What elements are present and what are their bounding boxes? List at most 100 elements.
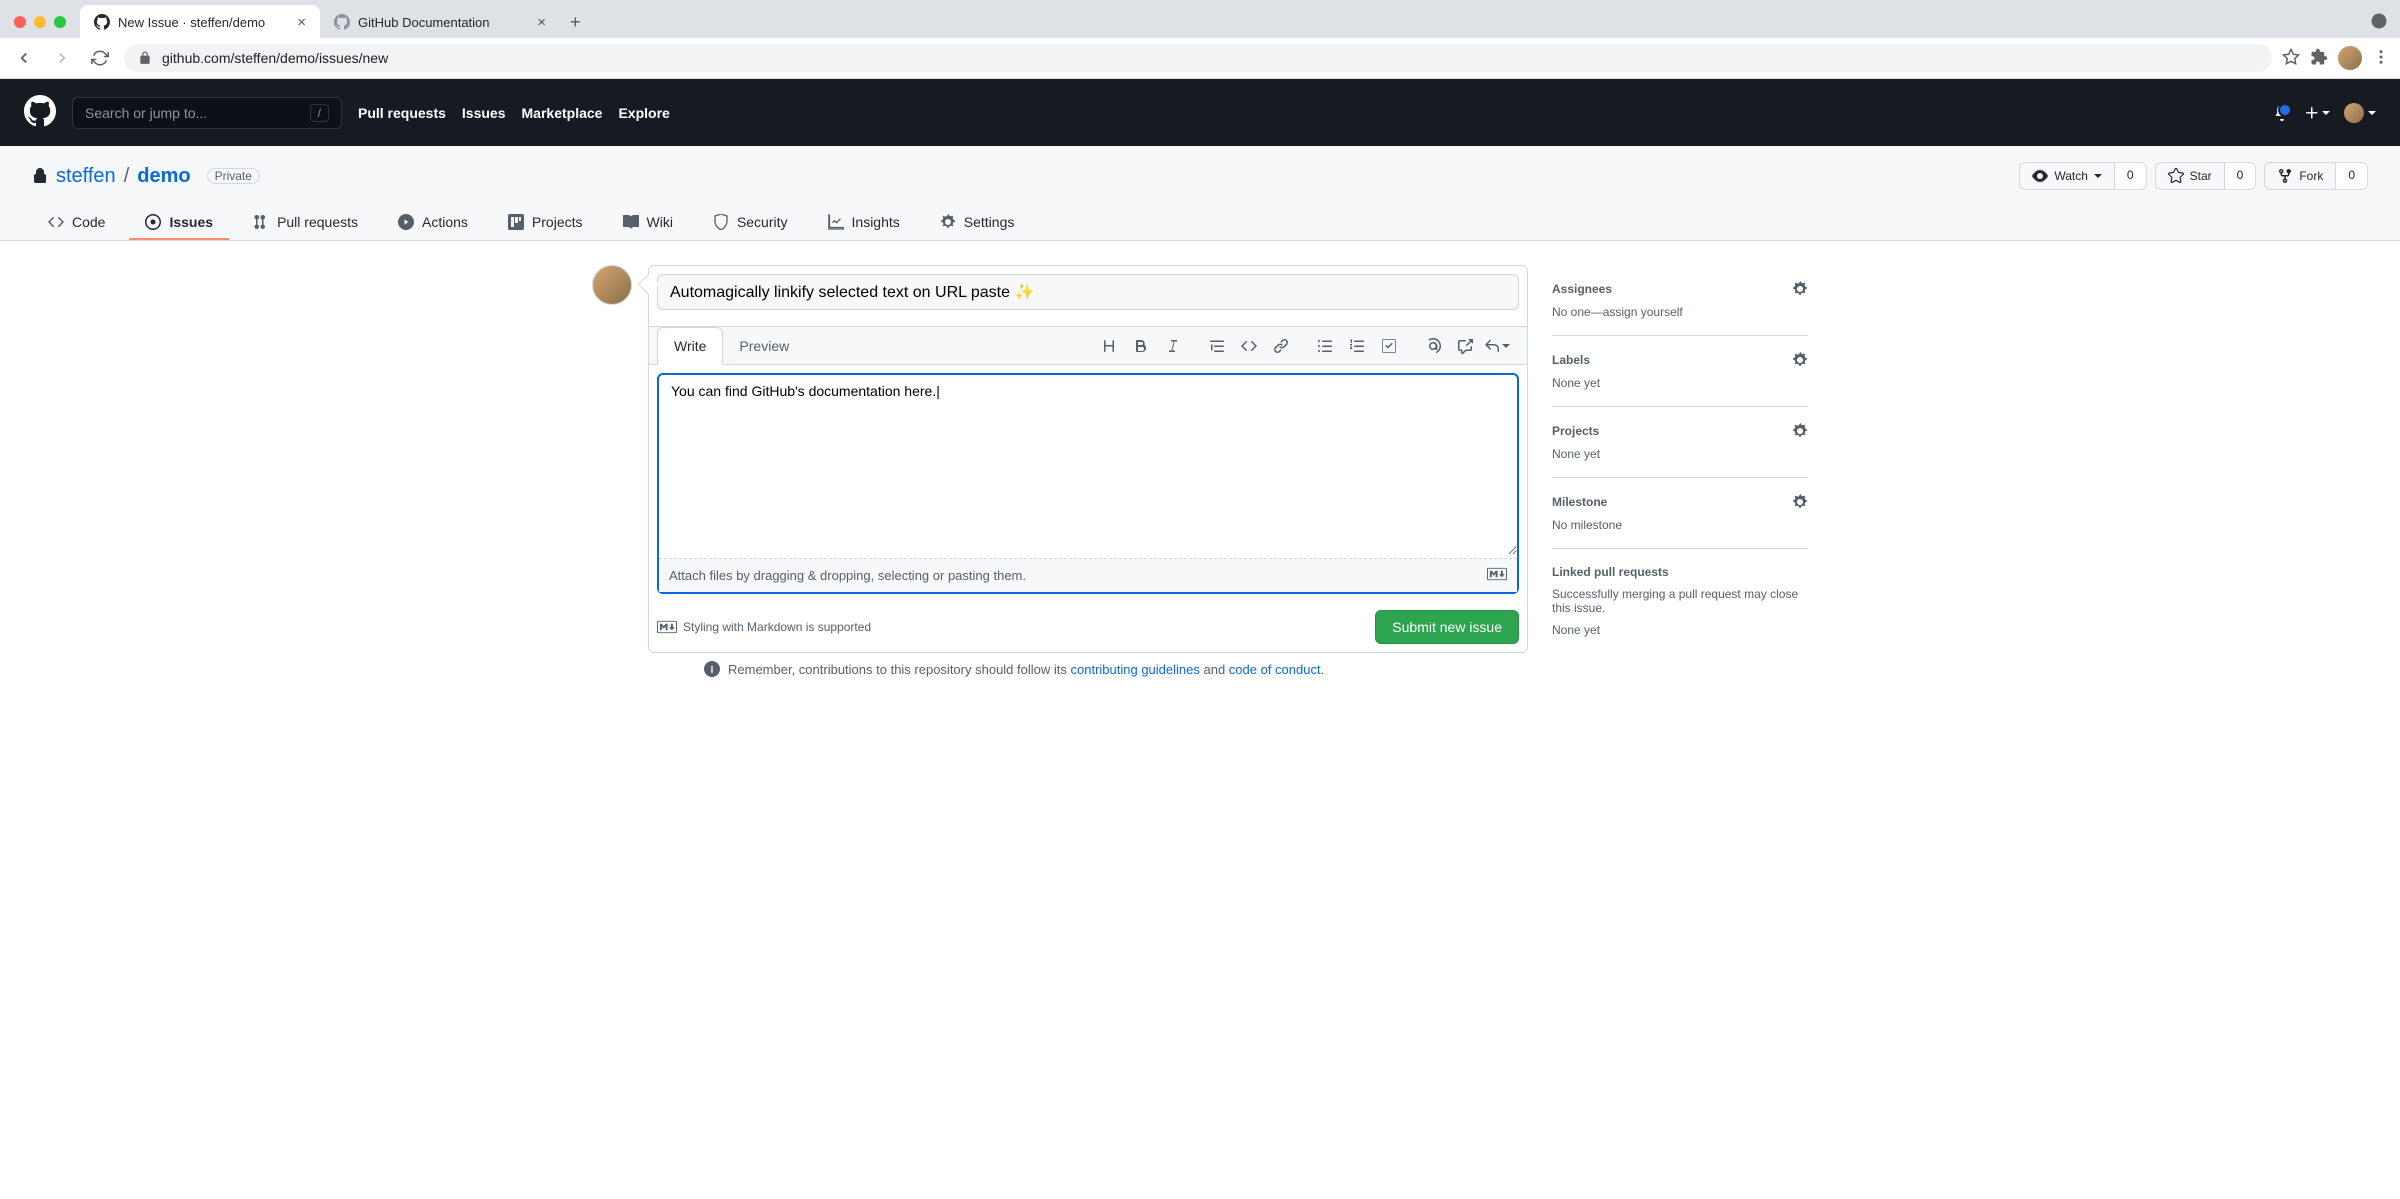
bold-button[interactable]	[1127, 332, 1155, 360]
linked-prs-header: Linked pull requests	[1552, 565, 1669, 579]
global-search-input[interactable]: Search or jump to... /	[72, 97, 342, 129]
reload-button[interactable]	[86, 44, 114, 72]
markdown-icon	[657, 620, 677, 634]
user-avatar	[2344, 103, 2364, 123]
link-button[interactable]	[1267, 332, 1295, 360]
attach-files-bar[interactable]: Attach files by dragging & dropping, sel…	[659, 558, 1517, 592]
nav-marketplace[interactable]: Marketplace	[522, 105, 603, 121]
tab-code[interactable]: Code	[32, 206, 121, 240]
tab-wiki[interactable]: Wiki	[607, 206, 689, 240]
browser-tab[interactable]: GitHub Documentation ×	[320, 5, 560, 39]
github-favicon-icon	[334, 14, 350, 30]
markdown-support-link[interactable]: Styling with Markdown is supported	[657, 620, 871, 634]
quote-button[interactable]	[1203, 332, 1231, 360]
browser-tab-active[interactable]: New Issue · steffen/demo ×	[80, 5, 320, 39]
markdown-icon[interactable]	[1487, 567, 1507, 584]
italic-button[interactable]	[1159, 332, 1187, 360]
tab-insights[interactable]: Insights	[812, 206, 916, 240]
repo-owner-link[interactable]: steffen	[56, 165, 116, 188]
visibility-badge: Private	[207, 168, 260, 184]
projects-value: None yet	[1552, 447, 1808, 461]
write-tab[interactable]: Write	[657, 327, 723, 365]
issue-sidebar: Assignees No one—assign yourself Labels …	[1552, 265, 1808, 677]
cross-reference-button[interactable]	[1451, 332, 1479, 360]
issue-title-input[interactable]	[657, 274, 1519, 310]
nav-issues[interactable]: Issues	[462, 105, 506, 121]
contribution-note: Remember, contributions to this reposito…	[704, 661, 1528, 677]
mention-button[interactable]	[1419, 332, 1447, 360]
minimize-window-button[interactable]	[34, 16, 46, 28]
close-tab-button[interactable]: ×	[297, 14, 306, 31]
watch-count[interactable]: 0	[2115, 162, 2147, 190]
github-favicon-icon	[94, 14, 110, 30]
nav-explore[interactable]: Explore	[618, 105, 669, 121]
fork-button[interactable]: Fork	[2264, 162, 2336, 190]
ordered-list-button[interactable]	[1343, 332, 1371, 360]
notifications-button[interactable]	[2274, 105, 2290, 121]
browser-profile-avatar[interactable]	[2338, 46, 2362, 70]
tab-projects[interactable]: Projects	[492, 206, 599, 240]
github-logo[interactable]	[24, 95, 56, 130]
tab-settings[interactable]: Settings	[924, 206, 1031, 240]
unordered-list-button[interactable]	[1311, 332, 1339, 360]
saved-replies-button[interactable]	[1483, 332, 1511, 360]
tasklist-button[interactable]	[1375, 332, 1403, 360]
projects-header: Projects	[1552, 424, 1599, 438]
linked-prs-desc: Successfully merging a pull request may …	[1552, 587, 1808, 615]
search-placeholder: Search or jump to...	[85, 105, 207, 121]
info-icon	[704, 661, 720, 677]
milestone-header: Milestone	[1552, 495, 1607, 509]
star-count[interactable]: 0	[2225, 162, 2257, 190]
code-of-conduct-link[interactable]: code of conduct	[1229, 662, 1321, 677]
tab-pull-requests[interactable]: Pull requests	[237, 206, 374, 240]
tab-security[interactable]: Security	[697, 206, 804, 240]
assignees-gear-button[interactable]	[1792, 281, 1808, 297]
chrome-profile-icon[interactable]	[2370, 12, 2400, 33]
create-new-button[interactable]	[2304, 105, 2330, 121]
contributing-guidelines-link[interactable]: contributing guidelines	[1071, 662, 1200, 677]
close-tab-button[interactable]: ×	[537, 14, 546, 31]
bookmark-button[interactable]	[2282, 48, 2300, 69]
assign-yourself-link[interactable]: assign yourself	[1603, 305, 1683, 319]
milestone-gear-button[interactable]	[1792, 494, 1808, 510]
browser-menu-button[interactable]	[2372, 48, 2390, 69]
submit-issue-button[interactable]: Submit new issue	[1375, 610, 1519, 644]
back-button[interactable]	[10, 44, 38, 72]
browser-chrome: New Issue · steffen/demo × GitHub Docume…	[0, 0, 2400, 79]
repository-header: steffen / demo Private Watch 0 Star 0 Fo…	[0, 146, 2400, 241]
milestone-value: No milestone	[1552, 518, 1808, 532]
author-avatar[interactable]	[592, 265, 632, 305]
search-shortcut-icon: /	[310, 104, 329, 122]
nav-pull-requests[interactable]: Pull requests	[358, 105, 446, 121]
window-controls	[0, 16, 80, 28]
watch-button[interactable]: Watch	[2019, 162, 2115, 190]
linked-prs-value: None yet	[1552, 623, 1808, 637]
lock-icon	[32, 168, 48, 184]
labels-header: Labels	[1552, 353, 1590, 367]
lock-icon	[138, 51, 152, 65]
preview-tab[interactable]: Preview	[723, 328, 805, 364]
issue-form: Write Preview	[648, 265, 1528, 653]
tab-issues[interactable]: Issues	[129, 206, 229, 240]
comment-textarea[interactable]	[659, 375, 1517, 555]
repository-title: steffen / demo Private	[32, 165, 260, 188]
new-tab-button[interactable]: +	[560, 12, 591, 33]
tab-title: GitHub Documentation	[358, 15, 490, 30]
extensions-button[interactable]	[2310, 48, 2328, 69]
maximize-window-button[interactable]	[54, 16, 66, 28]
user-menu-button[interactable]	[2344, 103, 2376, 123]
repo-name-link[interactable]: demo	[137, 165, 190, 187]
url-text: github.com/steffen/demo/issues/new	[162, 50, 388, 66]
projects-gear-button[interactable]	[1792, 423, 1808, 439]
fork-count[interactable]: 0	[2336, 162, 2368, 190]
url-bar[interactable]: github.com/steffen/demo/issues/new	[124, 44, 2272, 72]
tab-actions[interactable]: Actions	[382, 206, 484, 240]
code-button[interactable]	[1235, 332, 1263, 360]
labels-value: None yet	[1552, 376, 1808, 390]
close-window-button[interactable]	[14, 16, 26, 28]
labels-gear-button[interactable]	[1792, 352, 1808, 368]
star-button[interactable]: Star	[2155, 162, 2225, 190]
heading-button[interactable]	[1095, 332, 1123, 360]
assignees-header: Assignees	[1552, 282, 1612, 296]
forward-button[interactable]	[48, 44, 76, 72]
